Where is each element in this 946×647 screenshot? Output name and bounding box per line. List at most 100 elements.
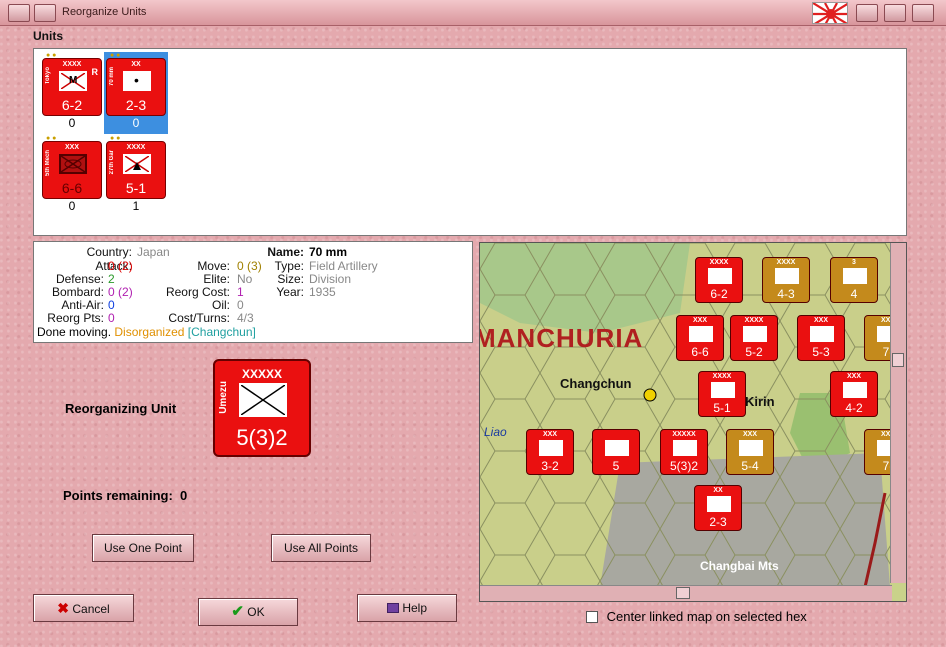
cancel-button[interactable]: ✖ Cancel	[33, 594, 134, 622]
map-unit-size: XXXX	[776, 259, 796, 266]
map-unit-size: XX	[713, 487, 723, 494]
reorg-pts-value: 0	[108, 311, 115, 325]
help-button[interactable]: Help	[357, 594, 457, 622]
map-unit-counter[interactable]: XXX 5-3	[797, 315, 845, 361]
map-unit-counter[interactable]: XXXX 5-1	[698, 371, 746, 417]
map-unit-size: XXXX	[744, 317, 764, 324]
window-maximize-button[interactable]	[884, 4, 906, 22]
checkmark-icon: ✔	[231, 603, 244, 620]
map-unit-counter[interactable]: XXX 3-2	[526, 429, 574, 475]
name-label: Name:	[267, 245, 304, 259]
map-unit-size: XXX	[742, 431, 757, 438]
units-list[interactable]: ● ● XXXX Tokyo R M 6-2 0 ● ● XX 70 mm • …	[33, 48, 907, 236]
unit-counter[interactable]: XXXX 27th Gar 5-1	[106, 141, 166, 199]
name-value: 70 mm	[309, 245, 348, 259]
map-unit-counter[interactable]: XXX 4-2	[830, 371, 878, 417]
map-unit-counter[interactable]: XXX 6-6	[676, 315, 724, 361]
year-label: Year:	[276, 285, 304, 299]
unit-values: 6-2	[61, 97, 83, 113]
window-close-button[interactable]	[912, 4, 934, 22]
unit-slot-70mm[interactable]: ● ● XX 70 mm • 2-3 0	[104, 52, 168, 134]
center-map-checkbox[interactable]	[586, 611, 598, 623]
defense-label: Defense:	[55, 272, 104, 286]
artillery-symbol-icon: •	[123, 71, 151, 91]
map-unit-counter[interactable]: XX 2-3	[694, 485, 742, 531]
cancel-label: Cancel	[72, 602, 110, 616]
oil-value: 0	[237, 298, 244, 312]
map-unit-counter[interactable]: XXX 5-4	[726, 429, 774, 475]
ok-label: OK	[247, 605, 265, 619]
vertical-scroll-thumb[interactable]	[892, 353, 904, 367]
country-label: Country:	[86, 245, 132, 259]
map-unit-values: 4-3	[777, 287, 795, 301]
map-unit-values: 5-4	[741, 459, 759, 473]
unit-info-panel: Country: Japan Attack: 0 (2) Defense: 2 …	[33, 241, 473, 343]
map-horizontal-scrollbar[interactable]	[480, 585, 892, 601]
use-one-point-button[interactable]: Use One Point	[92, 534, 194, 562]
units-section-label: Units	[33, 29, 63, 43]
window-minimize-button-right[interactable]	[856, 4, 878, 22]
bombard-label: Bombard:	[51, 285, 104, 299]
map-unit-counter[interactable]: XXXX 5-2	[730, 315, 778, 361]
unit-symbol-dot: •	[134, 72, 139, 88]
oil-label: Oil:	[212, 298, 230, 312]
map-unit-counter[interactable]: XXXXX 5(3)2	[660, 429, 708, 475]
antiair-label: Anti-Air:	[61, 298, 104, 312]
map-unit-size: XXXXX	[672, 431, 696, 438]
unit-slot-tokyo[interactable]: ● ● XXXX Tokyo R M 6-2 0	[40, 52, 104, 134]
unit-slot-5th-mech[interactable]: ● ● XXX 5th Mech 6-6 0	[40, 135, 104, 217]
unit-counter[interactable]: XXX 5th Mech 6-6	[42, 141, 102, 199]
map-unit-values: 3-2	[541, 459, 559, 473]
map-unit-values: 2-3	[709, 515, 727, 529]
reorganizing-unit-counter: XXXXX Umezu 5(3)2	[213, 359, 311, 457]
window-menu-button[interactable]	[8, 4, 30, 22]
use-all-points-button[interactable]: Use All Points	[271, 534, 371, 562]
unit-count: 1	[132, 199, 140, 213]
unit-slot-27th-gar[interactable]: ● ● XXXX 27th Gar 5-1 1	[104, 135, 168, 217]
defense-value: 2	[108, 272, 115, 286]
reorg-cost-label: Reorg Cost:	[165, 285, 230, 299]
map-unit-symbol-icon	[539, 440, 563, 456]
map-unit-size: XXX	[813, 317, 828, 324]
linked-map[interactable]: MANCHURIA Changchun Kirin Liao Changbai …	[479, 242, 907, 602]
map-unit-symbol-icon	[689, 326, 713, 342]
window-title: Reorganize Units	[62, 6, 147, 18]
unit-name-label: 70 mm	[109, 67, 115, 87]
map-unit-counter[interactable]: 34	[830, 257, 878, 303]
country-value: Japan	[137, 245, 170, 259]
map-unit-values: 5-2	[745, 345, 763, 359]
map-unit-values: 6-6	[691, 345, 709, 359]
unit-values: 2-3	[125, 97, 147, 113]
bombard-value: 0 (2)	[108, 285, 133, 299]
map-unit-counter[interactable]: XXXX 6-2	[695, 257, 743, 303]
place-label-changchun: Changchun	[560, 376, 632, 391]
map-unit-size: XXXX	[709, 259, 729, 266]
elite-label: Elite:	[203, 272, 230, 286]
unit-count: 0	[132, 116, 140, 130]
type-value: Field Artillery	[309, 259, 378, 273]
help-label: Help	[402, 601, 428, 615]
points-remaining: Points remaining: 0	[63, 488, 188, 503]
unit-values: 6-6	[61, 180, 83, 196]
infantry-symbol-icon: M	[59, 71, 87, 91]
unit-name-label: Umezu	[218, 381, 229, 414]
map-vertical-scrollbar[interactable]	[890, 243, 906, 583]
map-unit-symbol-icon	[843, 268, 867, 284]
map-unit-size: 3	[852, 259, 856, 266]
map-unit-values: 4	[850, 287, 858, 301]
unit-name-label: Tokyo	[45, 67, 51, 85]
unit-size-label: XX	[131, 61, 141, 68]
ok-button[interactable]: ✔ OK	[198, 598, 298, 626]
map-unit-counter[interactable]: XXXX 4-3	[762, 257, 810, 303]
unit-counter[interactable]: XX 70 mm • 2-3	[106, 58, 166, 116]
map-unit-values: 4-2	[845, 401, 863, 415]
unit-flag-label: R	[91, 67, 99, 77]
map-unit-counter[interactable]: 5	[592, 429, 640, 475]
center-map-checkbox-row[interactable]: Center linked map on selected hex	[586, 609, 807, 624]
unit-values: 5(3)2	[236, 425, 288, 450]
unit-counter[interactable]: XXXX Tokyo R M 6-2	[42, 58, 102, 116]
horizontal-scroll-thumb[interactable]	[676, 587, 690, 599]
window-minimize-button[interactable]	[34, 4, 56, 22]
size-value: Division	[309, 272, 352, 286]
move-value: 0 (3)	[237, 259, 262, 273]
